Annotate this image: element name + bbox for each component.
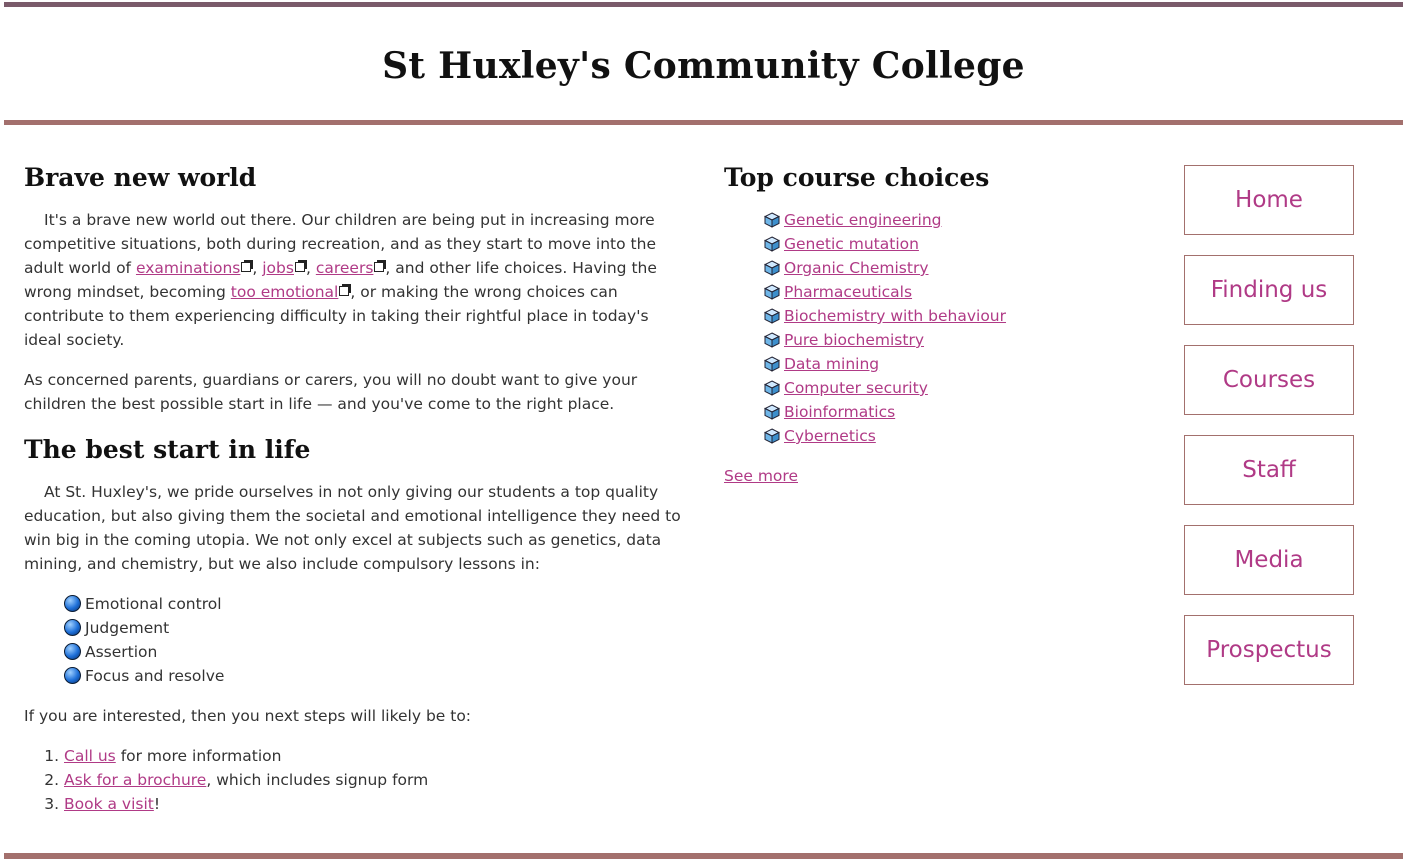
header-rule xyxy=(4,120,1403,125)
intro-text-2: , xyxy=(252,259,263,277)
courses-section: Top course choices Genetic engineering Ge… xyxy=(724,160,1154,488)
list-item: Focus and resolve xyxy=(64,664,684,688)
list-item: Assertion xyxy=(64,640,684,664)
nav-button-home[interactable]: Home xyxy=(1184,165,1354,235)
nav-button-media[interactable]: Media xyxy=(1184,525,1354,595)
list-item: Ask for a brochure, which includes signu… xyxy=(64,768,684,792)
book-visit-link[interactable]: Book a visit xyxy=(64,795,154,813)
list-item: Data mining xyxy=(763,352,1154,376)
list-item: Judgement xyxy=(64,616,684,640)
nav-button-finding-us[interactable]: Finding us xyxy=(1184,255,1354,325)
lesson-label: Assertion xyxy=(85,643,158,661)
call-us-link[interactable]: Call us xyxy=(64,747,116,765)
course-link[interactable]: Pharmaceuticals xyxy=(784,283,912,301)
cube-icon xyxy=(763,379,781,396)
nav-button-prospectus[interactable]: Prospectus xyxy=(1184,615,1354,685)
list-item: Biochemistry with behaviour xyxy=(763,304,1154,328)
lesson-label: Emotional control xyxy=(85,595,222,613)
site-header: St Huxley's Community College xyxy=(4,7,1403,121)
footer-rule xyxy=(4,853,1403,859)
external-link-icon xyxy=(339,286,350,296)
list-item: Call us for more information xyxy=(64,744,684,768)
course-link[interactable]: Genetic mutation xyxy=(784,235,919,253)
courses-heading: Top course choices xyxy=(724,163,990,192)
course-link[interactable]: Genetic engineering xyxy=(784,211,941,229)
cube-icon xyxy=(763,259,781,276)
parents-paragraph: As concerned parents, guardians or carer… xyxy=(24,371,638,413)
course-link[interactable]: Biochemistry with behaviour xyxy=(784,307,1006,325)
list-item: Organic Chemistry xyxy=(763,256,1154,280)
cube-icon xyxy=(763,355,781,372)
step-text: for more information xyxy=(115,747,282,765)
cube-icon xyxy=(763,235,781,252)
lessons-list: Emotional control Judgement Assertion Fo… xyxy=(24,592,684,688)
course-link[interactable]: Computer security xyxy=(784,379,928,397)
lesson-label: Focus and resolve xyxy=(85,667,225,685)
link-too-emotional[interactable]: too emotional xyxy=(231,283,339,301)
external-link-icon xyxy=(374,262,385,272)
blue-bullet-icon xyxy=(64,667,81,684)
course-link[interactable]: Bioinformatics xyxy=(784,403,895,421)
list-item: Book a visit! xyxy=(64,792,684,816)
nav-button-courses[interactable]: Courses xyxy=(1184,345,1354,415)
link-examinations[interactable]: examinations xyxy=(136,259,240,277)
section-heading-brave-new-world: Brave new world xyxy=(24,163,257,192)
brochure-link[interactable]: Ask for a brochure xyxy=(64,771,206,789)
section-heading-best-start: The best start in life xyxy=(24,435,311,464)
site-title: St Huxley's Community College xyxy=(382,45,1025,87)
course-link[interactable]: Pure biochemistry xyxy=(784,331,924,349)
link-careers[interactable]: careers xyxy=(316,259,374,277)
list-item: Pure biochemistry xyxy=(763,328,1154,352)
cube-icon xyxy=(763,211,781,228)
list-item: Cybernetics xyxy=(763,424,1154,448)
cube-icon xyxy=(763,283,781,300)
course-link[interactable]: Data mining xyxy=(784,355,879,373)
lesson-label: Judgement xyxy=(85,619,170,637)
next-steps-list: Call us for more information Ask for a b… xyxy=(24,744,684,816)
link-jobs[interactable]: jobs xyxy=(262,259,294,277)
list-item: Emotional control xyxy=(64,592,684,616)
list-item: Genetic engineering xyxy=(763,208,1154,232)
courses-list: Genetic engineering Genetic mutation Organ… xyxy=(724,208,1154,448)
main-content: Brave new world It's a brave new world o… xyxy=(24,160,684,816)
step-text: ! xyxy=(153,795,161,813)
course-link[interactable]: Cybernetics xyxy=(784,427,876,445)
list-item: Bioinformatics xyxy=(763,400,1154,424)
intro-text-3: , xyxy=(305,259,316,277)
external-link-icon xyxy=(241,262,252,272)
nav-button-staff[interactable]: Staff xyxy=(1184,435,1354,505)
step-text: , which includes signup form xyxy=(206,771,429,789)
cube-icon xyxy=(763,403,781,420)
list-item: Computer security xyxy=(763,376,1154,400)
huxley-paragraph: At St. Huxley's, we pride ourselves in n… xyxy=(24,483,681,573)
cube-icon xyxy=(763,331,781,348)
course-link[interactable]: Organic Chemistry xyxy=(784,259,929,277)
intro-paragraph: It's a brave new world out there. Our ch… xyxy=(24,208,684,352)
see-more-link[interactable]: See more xyxy=(724,464,798,488)
blue-bullet-icon xyxy=(64,619,81,636)
cube-icon xyxy=(763,307,781,324)
list-item: Pharmaceuticals xyxy=(763,280,1154,304)
blue-bullet-icon xyxy=(64,595,81,612)
external-link-icon xyxy=(294,262,305,272)
cube-icon xyxy=(763,427,781,444)
main-nav: Home Finding us Courses Staff Media Prospectu… xyxy=(1184,165,1354,705)
blue-bullet-icon xyxy=(64,643,81,660)
next-steps-paragraph: If you are interested, then you next ste… xyxy=(24,707,472,725)
list-item: Genetic mutation xyxy=(763,232,1154,256)
